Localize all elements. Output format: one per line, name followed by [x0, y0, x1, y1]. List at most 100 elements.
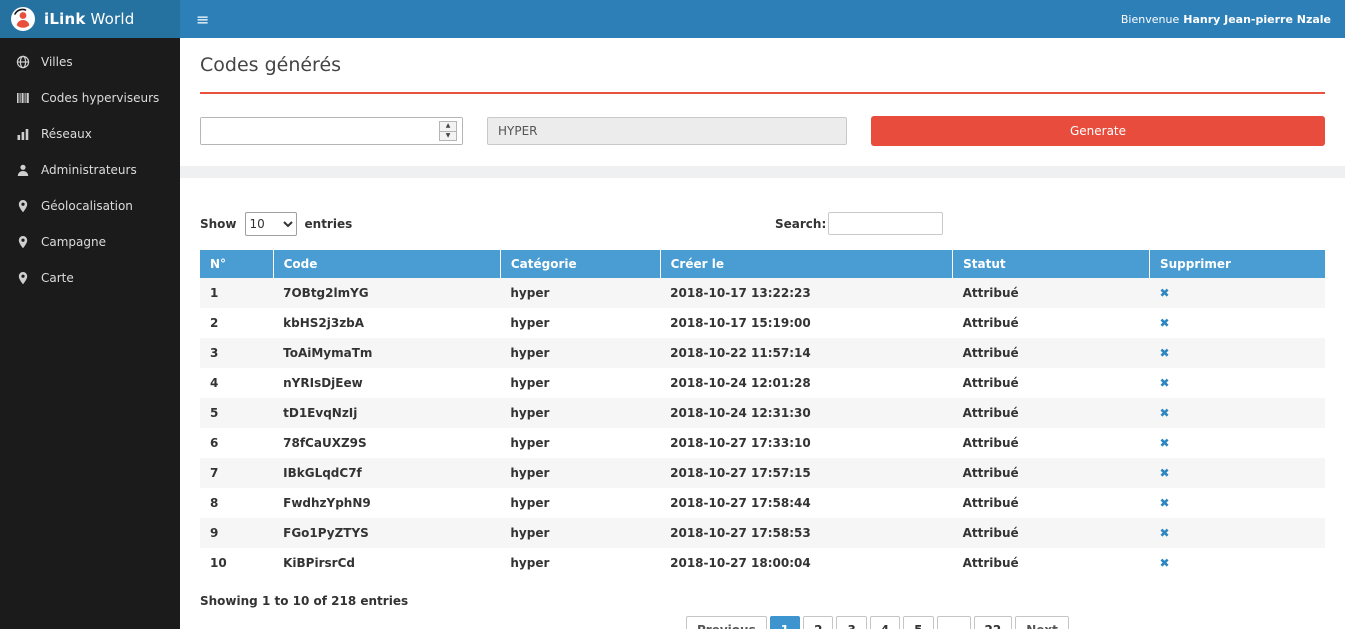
table-cell: Attribué: [953, 518, 1150, 548]
sidebar-item-label: Administrateurs: [41, 163, 137, 177]
delete-icon[interactable]: ✖: [1160, 526, 1170, 540]
table-cell: Attribué: [953, 308, 1150, 338]
sidebar-item-geolocalisation[interactable]: Géolocalisation: [0, 188, 180, 224]
table-cell: 7OBtg2lmYG: [273, 278, 500, 308]
welcome-username[interactable]: Hanry Jean-pierre Nzale: [1183, 13, 1331, 26]
page-button[interactable]: 1: [770, 616, 800, 629]
table-cell: hyper: [500, 338, 660, 368]
generate-form: ▲ ▼ Generate: [200, 116, 1325, 146]
page-button[interactable]: 5: [903, 616, 933, 629]
brand[interactable]: iLink World: [0, 0, 180, 38]
delete-icon[interactable]: ✖: [1160, 316, 1170, 330]
page-length-select[interactable]: 10: [245, 212, 297, 236]
pagination: Previous12345…22Next: [686, 616, 1069, 629]
sidebar-item-administrateurs[interactable]: Administrateurs: [0, 152, 180, 188]
column-header-creer-le[interactable]: Créer le: [660, 250, 953, 278]
number-spinner[interactable]: ▲ ▼: [439, 121, 457, 141]
table-cell: hyper: [500, 518, 660, 548]
sidebar-item-label: Campagne: [41, 235, 106, 249]
column-header-statut[interactable]: Statut: [953, 250, 1150, 278]
table-cell: 2018-10-24 12:01:28: [660, 368, 953, 398]
sidebar-item-codes-hyperviseurs[interactable]: Codes hyperviseurs: [0, 80, 180, 116]
table-cell: 2018-10-17 13:22:23: [660, 278, 953, 308]
table-row: 678fCaUXZ9Shyper2018-10-27 17:33:10Attri…: [200, 428, 1325, 458]
table-cell-delete: ✖: [1150, 548, 1326, 578]
column-header-code[interactable]: Code: [273, 250, 500, 278]
delete-icon[interactable]: ✖: [1160, 556, 1170, 570]
table-cell: Attribué: [953, 548, 1150, 578]
page-title: Codes générés: [200, 54, 1325, 76]
code-count-input[interactable]: ▲ ▼: [200, 117, 463, 145]
sidebar-item-label: Codes hyperviseurs: [41, 91, 159, 105]
table-row: 17OBtg2lmYGhyper2018-10-17 13:22:23Attri…: [200, 278, 1325, 308]
table-cell: 2018-10-27 17:58:44: [660, 488, 953, 518]
table-cell: 9: [200, 518, 273, 548]
table-cell: Attribué: [953, 368, 1150, 398]
table-cell: hyper: [500, 488, 660, 518]
sidebar-item-label: Villes: [41, 55, 73, 69]
delete-icon[interactable]: ✖: [1160, 436, 1170, 450]
sidebar-item-carte[interactable]: Carte: [0, 260, 180, 296]
table-cell: Attribué: [953, 488, 1150, 518]
table-controls: Show 10 entries Search:: [200, 212, 1325, 236]
column-header-numero[interactable]: N°: [200, 250, 273, 278]
delete-icon[interactable]: ✖: [1160, 496, 1170, 510]
bar-chart-icon: [16, 127, 30, 141]
next-button[interactable]: Next: [1015, 616, 1069, 629]
table-info: Showing 1 to 10 of 218 entries: [200, 594, 1325, 608]
page-button[interactable]: 3: [836, 616, 866, 629]
column-header-categorie[interactable]: Catégorie: [500, 250, 660, 278]
delete-icon[interactable]: ✖: [1160, 376, 1170, 390]
delete-icon[interactable]: ✖: [1160, 286, 1170, 300]
delete-icon[interactable]: ✖: [1160, 406, 1170, 420]
table-row: 10KiBPirsrCdhyper2018-10-27 18:00:04Attr…: [200, 548, 1325, 578]
table-row: 3ToAiMymaTmhyper2018-10-22 11:57:14Attri…: [200, 338, 1325, 368]
spinner-up-icon[interactable]: ▲: [440, 122, 456, 132]
sidebar-item-villes[interactable]: Villes: [0, 44, 180, 80]
table-cell: Attribué: [953, 428, 1150, 458]
app-logo-icon: [10, 6, 36, 32]
table-search: Search:: [775, 212, 943, 235]
sidebar-toggle-icon[interactable]: ≡: [180, 0, 225, 38]
map-pin-icon: [16, 235, 30, 249]
sidebar-item-label: Carte: [41, 271, 74, 285]
sidebar-item-reseaux[interactable]: Réseaux: [0, 116, 180, 152]
title-divider: [200, 92, 1325, 94]
table-cell: 2018-10-27 18:00:04: [660, 548, 953, 578]
sidebar-item-label: Réseaux: [41, 127, 92, 141]
app-title: iLink World: [44, 10, 134, 28]
table-cell: 78fCaUXZ9S: [273, 428, 500, 458]
table-cell: hyper: [500, 428, 660, 458]
page-button[interactable]: 4: [870, 616, 900, 629]
category-field[interactable]: [487, 117, 847, 145]
entries-label: entries: [305, 217, 353, 231]
table-cell: hyper: [500, 368, 660, 398]
show-label: Show: [200, 217, 237, 231]
delete-icon[interactable]: ✖: [1160, 346, 1170, 360]
column-header-supprimer[interactable]: Supprimer: [1150, 250, 1326, 278]
spinner-down-icon[interactable]: ▼: [440, 132, 456, 141]
code-count-field[interactable]: [201, 118, 462, 144]
table-cell-delete: ✖: [1150, 308, 1326, 338]
generate-button[interactable]: Generate: [871, 116, 1325, 146]
table-body: 17OBtg2lmYGhyper2018-10-17 13:22:23Attri…: [200, 278, 1325, 578]
previous-button[interactable]: Previous: [686, 616, 767, 629]
table-cell: hyper: [500, 458, 660, 488]
sidebar-item-campagne[interactable]: Campagne: [0, 224, 180, 260]
table-cell-delete: ✖: [1150, 338, 1326, 368]
table-cell: 10: [200, 548, 273, 578]
map-pin-icon: [16, 271, 30, 285]
table-cell-delete: ✖: [1150, 368, 1326, 398]
search-input[interactable]: [828, 212, 943, 235]
user-icon: [16, 163, 30, 177]
table-cell: hyper: [500, 398, 660, 428]
page-button[interactable]: 22: [974, 616, 1013, 629]
page-button[interactable]: 2: [803, 616, 833, 629]
table-row: 9FGo1PyZTYShyper2018-10-27 17:58:53Attri…: [200, 518, 1325, 548]
table-cell: nYRIsDjEew: [273, 368, 500, 398]
table-row: 2kbHS2j3zbAhyper2018-10-17 15:19:00Attri…: [200, 308, 1325, 338]
table-row: 7IBkGLqdC7fhyper2018-10-27 17:57:15Attri…: [200, 458, 1325, 488]
delete-icon[interactable]: ✖: [1160, 466, 1170, 480]
table-cell: hyper: [500, 278, 660, 308]
table-cell: 3: [200, 338, 273, 368]
